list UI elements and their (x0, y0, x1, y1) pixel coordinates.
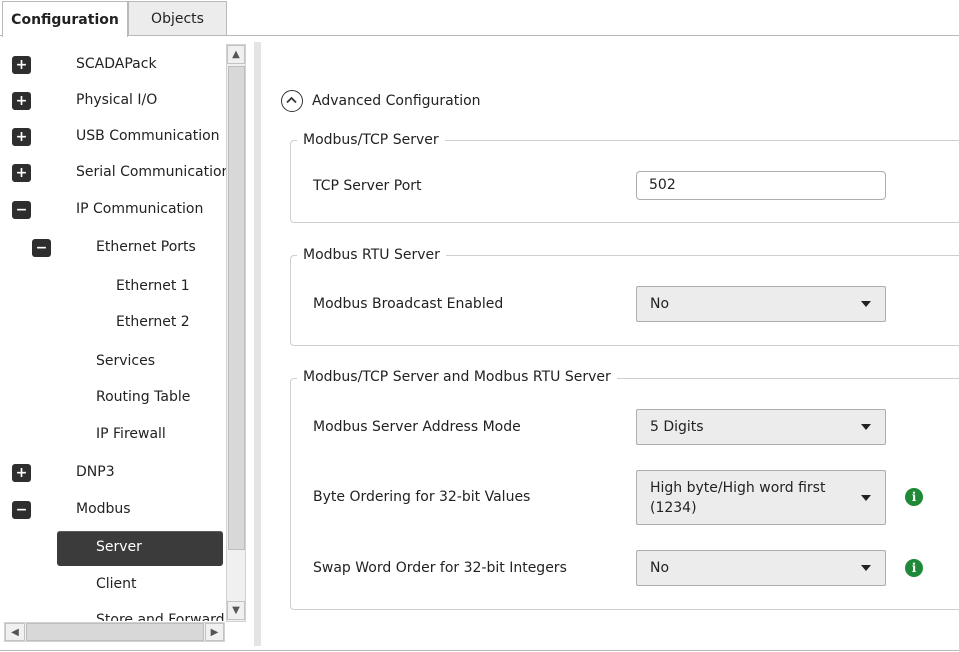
expand-icon[interactable]: + (12, 92, 31, 110)
address-mode-dropdown[interactable]: 5 Digits (636, 409, 886, 445)
chevron-down-icon (861, 565, 871, 571)
tab-configuration[interactable]: Configuration (2, 1, 128, 37)
tcp-server-port-label: TCP Server Port (313, 178, 422, 194)
tree-item-label: Client (96, 576, 137, 592)
group-title: Modbus RTU Server (297, 247, 446, 263)
chevron-down-icon (861, 424, 871, 430)
tree-item-label: Modbus (76, 501, 131, 517)
scroll-right-icon: ▶ (210, 627, 219, 638)
dropdown-value: 5 Digits (650, 419, 704, 435)
tree-item-client[interactable]: Client (0, 571, 224, 599)
scroll-down-icon: ▼ (232, 605, 240, 616)
tree-item-label: Ethernet 2 (116, 314, 190, 330)
tcp-server-port-value: 502 (649, 177, 676, 193)
tree-item-label: Store and Forward (96, 612, 224, 621)
group-title: Modbus/TCP Server (297, 132, 445, 148)
broadcast-enabled-dropdown[interactable]: No (636, 286, 886, 322)
tree-item-label: Server (96, 539, 142, 555)
tree-item-ethernet-ports[interactable]: − Ethernet Ports (0, 234, 224, 262)
expand-icon[interactable]: + (12, 464, 31, 482)
swap-word-order-dropdown[interactable]: No (636, 550, 886, 586)
dropdown-value: No (650, 560, 670, 576)
tree-item-ethernet-1[interactable]: Ethernet 1 (0, 273, 224, 301)
tab-configuration-label: Configuration (11, 11, 119, 28)
vertical-scroll-thumb[interactable] (228, 66, 245, 550)
tree-item-server[interactable]: Server (0, 531, 224, 566)
collapse-icon[interactable]: − (12, 201, 31, 219)
scroll-up-icon: ▲ (232, 49, 240, 60)
tree-item-dnp3[interactable]: + DNP3 (0, 459, 224, 487)
tree-item-label: Ethernet 1 (116, 278, 190, 294)
tcp-server-port-input[interactable]: 502 (636, 171, 886, 200)
tree-item-label: IP Communication (76, 201, 204, 217)
tree-item-usb-communication[interactable]: + USB Communication (0, 123, 224, 151)
horizontal-scroll-thumb[interactable] (26, 623, 204, 641)
tree-item-label: Physical I/O (76, 92, 158, 108)
expand-icon[interactable]: + (12, 164, 31, 182)
expand-icon[interactable]: + (12, 128, 31, 146)
scroll-down-button[interactable]: ▼ (227, 601, 245, 620)
collapse-chevron-icon[interactable] (281, 90, 303, 112)
tree-item-physical-io[interactable]: + Physical I/O (0, 87, 224, 115)
address-mode-label: Modbus Server Address Mode (313, 419, 521, 435)
scroll-right-button[interactable]: ▶ (205, 623, 224, 641)
dropdown-value: No (650, 296, 670, 312)
tree-item-ip-communication[interactable]: − IP Communication (0, 196, 224, 224)
tree-item-label: Ethernet Ports (96, 239, 196, 255)
group-title: Modbus/TCP Server and Modbus RTU Server (297, 369, 617, 385)
collapse-icon[interactable]: − (32, 239, 51, 257)
tree-item-modbus[interactable]: − Modbus (0, 496, 224, 524)
tree-item-services[interactable]: Services (0, 348, 224, 376)
dropdown-value-line1: High byte/High word first (650, 480, 826, 496)
tab-divider (0, 35, 959, 36)
tree-item-serial-communication[interactable]: + Serial Communication (0, 159, 230, 187)
scroll-up-button[interactable]: ▲ (227, 45, 245, 64)
tree-item-scadapack[interactable]: + SCADAPack (0, 51, 224, 79)
tree-item-ethernet-2[interactable]: Ethernet 2 (0, 309, 224, 337)
expand-icon[interactable]: + (12, 56, 31, 74)
scroll-left-button[interactable]: ◀ (5, 623, 25, 641)
tree-item-routing-table[interactable]: Routing Table (0, 384, 224, 412)
tree-item-ip-firewall[interactable]: IP Firewall (0, 421, 224, 449)
advanced-configuration-label: Advanced Configuration (312, 93, 481, 109)
collapse-icon[interactable]: − (12, 501, 31, 519)
tree-item-label: Routing Table (96, 389, 191, 405)
chevron-down-icon (861, 301, 871, 307)
scroll-left-icon: ◀ (11, 627, 19, 638)
chevron-down-icon (861, 494, 871, 501)
byte-ordering-label: Byte Ordering for 32-bit Values (313, 489, 531, 505)
info-icon[interactable]: i (905, 559, 923, 577)
broadcast-enabled-label: Modbus Broadcast Enabled (313, 296, 504, 312)
pane-splitter[interactable] (254, 42, 261, 646)
tab-objects[interactable]: Objects (128, 1, 227, 35)
swap-word-order-label: Swap Word Order for 32-bit Integers (313, 560, 567, 576)
byte-ordering-dropdown[interactable]: High byte/High word first (1234) (636, 470, 886, 525)
info-icon[interactable]: i (905, 488, 923, 506)
tree-item-label: USB Communication (76, 128, 220, 144)
bottom-divider (0, 650, 959, 651)
dropdown-value-line2: (1234) (650, 500, 697, 516)
tree-item-label: SCADAPack (76, 56, 157, 72)
tree-item-store-and-forward[interactable]: Store and Forward (0, 607, 224, 621)
tree-item-label: DNP3 (76, 464, 115, 480)
tree-item-label: Serial Communication (76, 164, 231, 180)
tree-item-label: IP Firewall (96, 426, 166, 442)
tab-objects-label: Objects (151, 10, 204, 27)
tree-item-label: Services (96, 353, 156, 369)
